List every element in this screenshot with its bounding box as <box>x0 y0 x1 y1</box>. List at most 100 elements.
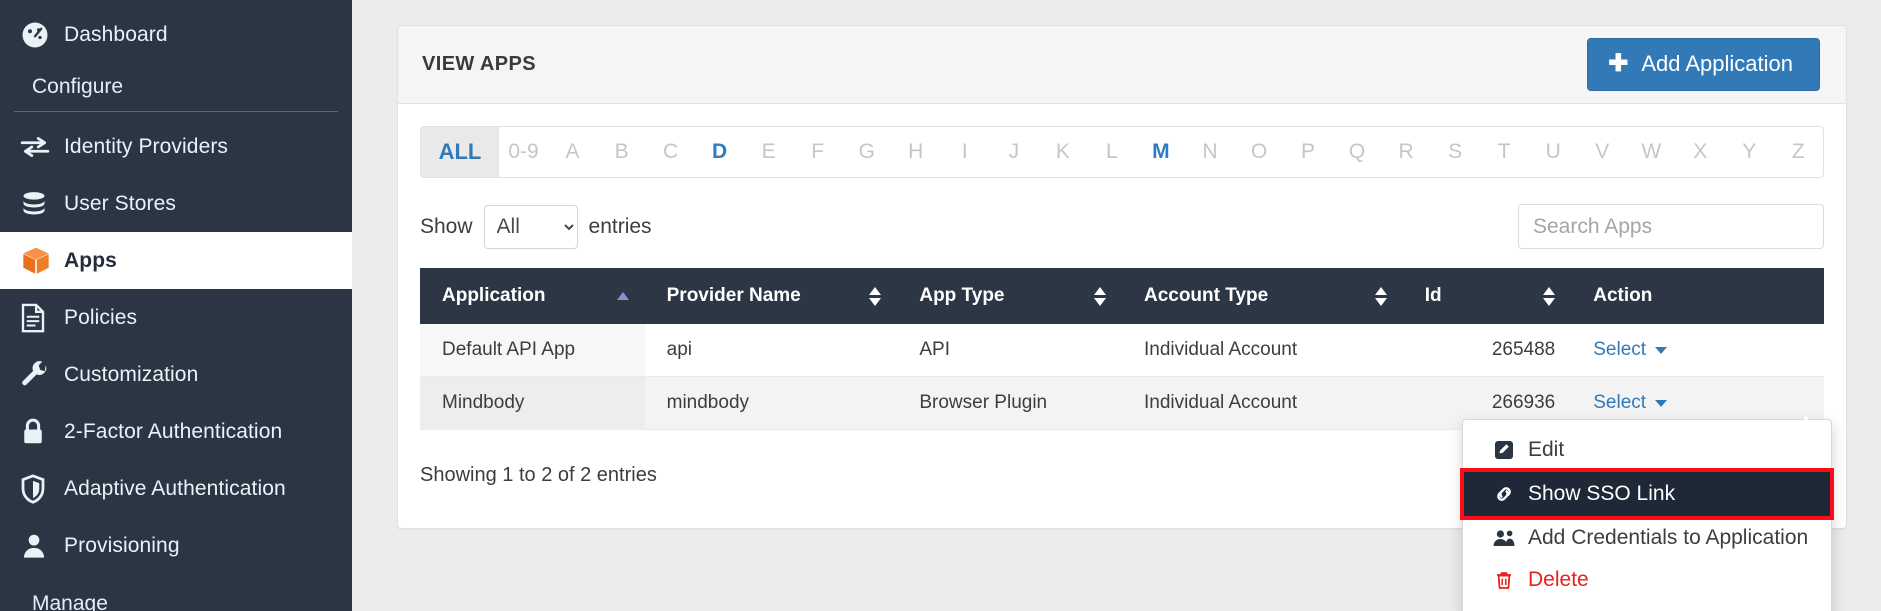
alpha-filter-r[interactable]: R <box>1382 127 1431 177</box>
document-icon <box>20 303 64 333</box>
sidebar-item-provisioning[interactable]: Provisioning <box>0 517 352 574</box>
sidebar-item-adaptive-authentication[interactable]: Adaptive Authentication <box>0 460 352 517</box>
alpha-filter-p[interactable]: P <box>1284 127 1333 177</box>
alpha-filter-q[interactable]: Q <box>1333 127 1382 177</box>
alpha-filter-f[interactable]: F <box>793 127 842 177</box>
alpha-filter-all[interactable]: ALL <box>421 127 499 177</box>
column-label: Action <box>1593 285 1653 306</box>
alphabet-filter: ALL 0-9 A B C D E F G H I J K L M N O P … <box>420 126 1824 178</box>
cell-action: Select <box>1571 324 1824 377</box>
column-header-app-type[interactable]: App Type <box>897 268 1122 324</box>
alpha-filter-d[interactable]: D <box>695 127 744 177</box>
sidebar-item-label: User Stores <box>64 191 176 215</box>
dropdown-item-add-credentials-to-application[interactable]: Add Credentials to Application <box>1463 517 1831 559</box>
sidebar-item-apps[interactable]: Apps <box>0 232 352 289</box>
add-application-button[interactable]: ✚ Add Application <box>1587 38 1820 91</box>
sort-toggle-icon[interactable] <box>869 284 882 308</box>
sidebar-item-identity-providers[interactable]: Identity Providers <box>0 118 352 175</box>
cell-application: Mindbody <box>420 376 645 430</box>
sidebar-item-customization[interactable]: Customization <box>0 346 352 403</box>
show-entries-control: Show All 10 25 50 100 entries <box>420 204 652 249</box>
select-dropdown-button[interactable]: Select <box>1593 392 1668 414</box>
alpha-filter-m[interactable]: M <box>1136 127 1185 177</box>
entries-summary: Showing 1 to 2 of 2 entries <box>420 463 657 486</box>
cell-provider-name: api <box>644 324 898 377</box>
column-header-application[interactable]: Application <box>420 268 645 324</box>
select-label: Select <box>1593 339 1647 360</box>
sort-toggle-icon[interactable] <box>1543 284 1556 308</box>
dropdown-item-delete[interactable]: Delete <box>1463 559 1831 601</box>
shield-icon <box>20 473 64 504</box>
table-header-row: Application Provider Name App Type Accou… <box>420 268 1824 324</box>
alpha-filter-0-9[interactable]: 0-9 <box>499 127 548 177</box>
search-input[interactable] <box>1518 204 1824 249</box>
column-header-provider-name[interactable]: Provider Name <box>644 268 898 324</box>
alpha-filter-l[interactable]: L <box>1087 127 1136 177</box>
alpha-filter-n[interactable]: N <box>1185 127 1234 177</box>
sidebar-item-label: Apps <box>64 248 117 272</box>
alpha-filter-x[interactable]: X <box>1676 127 1725 177</box>
alpha-filter-z[interactable]: Z <box>1774 127 1823 177</box>
table-controls: Show All 10 25 50 100 entries <box>420 204 1824 249</box>
alpha-filter-v[interactable]: V <box>1578 127 1627 177</box>
app-root: Dashboard Configure Identity Providers U… <box>0 0 1881 611</box>
alpha-filter-b[interactable]: B <box>597 127 646 177</box>
sidebar-item-2-factor-authentication[interactable]: 2-Factor Authentication <box>0 403 352 460</box>
add-application-label: Add Application <box>1641 51 1793 76</box>
dropdown-item-label: Edit <box>1528 438 1565 461</box>
alpha-filter-i[interactable]: I <box>940 127 989 177</box>
alpha-filter-a[interactable]: A <box>548 127 597 177</box>
entries-select[interactable]: All 10 25 50 100 <box>483 204 578 249</box>
column-header-account-type[interactable]: Account Type <box>1121 268 1403 324</box>
chevron-down-icon <box>1655 399 1668 407</box>
dropdown-item-edit[interactable]: Edit <box>1463 429 1831 471</box>
alpha-filter-t[interactable]: T <box>1480 127 1529 177</box>
alpha-filter-j[interactable]: J <box>989 127 1038 177</box>
sort-toggle-icon[interactable] <box>1093 284 1106 308</box>
select-dropdown-button[interactable]: Select <box>1593 339 1668 361</box>
sidebar-item-user-stores[interactable]: User Stores <box>0 175 352 232</box>
page-title: VIEW APPS <box>422 53 536 75</box>
entries-label: entries <box>588 214 652 238</box>
alpha-filter-e[interactable]: E <box>744 127 793 177</box>
user-icon <box>20 532 64 560</box>
alpha-filter-k[interactable]: K <box>1038 127 1087 177</box>
sidebar-item-label: Identity Providers <box>64 134 229 158</box>
sort-ascending-icon[interactable] <box>616 284 629 308</box>
box-icon <box>20 245 64 277</box>
column-label: Application <box>442 285 546 306</box>
alpha-filter-u[interactable]: U <box>1529 127 1578 177</box>
sidebar-item-dashboard[interactable]: Dashboard <box>0 6 352 63</box>
sort-toggle-icon[interactable] <box>1374 284 1387 308</box>
column-header-id[interactable]: Id <box>1402 268 1572 324</box>
dropdown-item-label: Show SSO Link <box>1528 482 1676 505</box>
wrench-icon <box>20 360 64 390</box>
dropdown-item-show-sso-link[interactable]: Show SSO Link <box>1460 468 1834 520</box>
sidebar-item-policies[interactable]: Policies <box>0 289 352 346</box>
card-header: VIEW APPS ✚ Add Application <box>398 26 1846 104</box>
action-dropdown-menu: Edit Show SSO Link Add Credentials to Ap… <box>1460 419 1834 611</box>
cell-application: Default API App <box>420 324 645 377</box>
main-content: VIEW APPS ✚ Add Application ALL 0-9 A B … <box>352 0 1881 611</box>
sidebar-item-label: Customization <box>64 362 199 386</box>
alpha-filter-w[interactable]: W <box>1627 127 1676 177</box>
plus-icon: ✚ <box>1608 50 1629 77</box>
alpha-filter-h[interactable]: H <box>891 127 940 177</box>
sidebar-section-configure: Configure <box>32 75 124 98</box>
alpha-filter-y[interactable]: Y <box>1725 127 1774 177</box>
apps-table-head: Application Provider Name App Type Accou… <box>420 268 1824 324</box>
link-chain-icon <box>1491 483 1517 505</box>
cell-id: 265488 <box>1402 324 1572 377</box>
table-row: Default API App api API Individual Accou… <box>420 324 1824 377</box>
alpha-filter-o[interactable]: O <box>1234 127 1283 177</box>
dashboard-gauge-icon <box>20 20 64 50</box>
cell-account-type: Individual Account <box>1121 376 1403 430</box>
sidebar-item-label: Dashboard <box>64 22 168 46</box>
select-label: Select <box>1593 392 1647 413</box>
apps-table-body: Default API App api API Individual Accou… <box>420 324 1824 430</box>
sidebar-item-label: Policies <box>64 305 138 329</box>
alpha-filter-c[interactable]: C <box>646 127 695 177</box>
column-label: Account Type <box>1143 285 1269 306</box>
alpha-filter-g[interactable]: G <box>842 127 891 177</box>
alpha-filter-s[interactable]: S <box>1431 127 1480 177</box>
